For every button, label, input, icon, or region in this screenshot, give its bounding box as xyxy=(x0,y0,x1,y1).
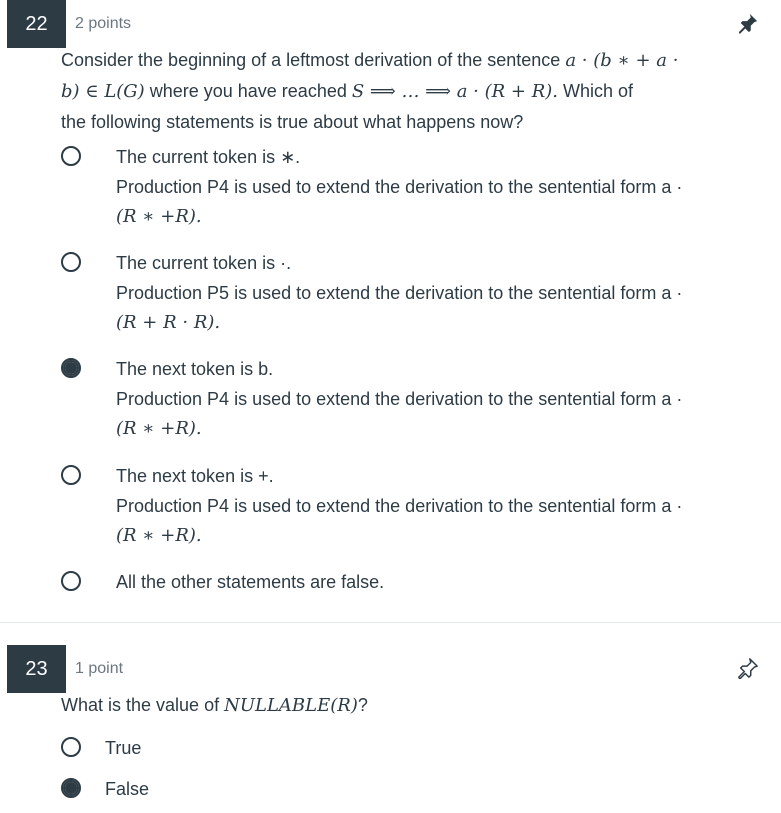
radio-button-selected[interactable] xyxy=(61,778,81,798)
prompt-text-b: where you have reached xyxy=(149,81,347,101)
radio-button[interactable] xyxy=(61,571,81,591)
option-text: The current token is ·. Production P5 is… xyxy=(116,248,766,338)
option-line: (R ∗ +R). xyxy=(116,525,202,546)
option-text: All the other statements are false. xyxy=(116,567,766,597)
question-22: 22 2 points Consider the beginning of a … xyxy=(0,0,781,592)
question-points: 2 points xyxy=(75,15,132,32)
question-header: 22 2 points xyxy=(0,0,781,48)
radio-button[interactable] xyxy=(61,737,81,757)
question-divider xyxy=(0,622,781,623)
pin-icon[interactable] xyxy=(737,12,759,34)
option-line: Production P4 is used to extend the deri… xyxy=(116,389,683,409)
option-line: The current token is ∗. xyxy=(116,147,301,167)
question-23: 23 1 point What is the value of NULLABLE… xyxy=(0,645,781,799)
pin-outline-icon[interactable] xyxy=(737,657,759,679)
radio-button-selected[interactable] xyxy=(61,358,81,378)
option-line: All the other statements are false. xyxy=(116,572,385,592)
option-line: (R + R · R). xyxy=(116,312,221,333)
option-line: Production P4 is used to extend the deri… xyxy=(116,177,683,197)
option-text: True xyxy=(105,738,142,758)
prompt-text-c: Which of xyxy=(563,81,634,101)
option-text: The current token is ∗. Production P4 is… xyxy=(116,142,766,232)
prompt-text-a: Consider the beginning of a leftmost der… xyxy=(61,50,561,70)
prompt-text-a: What is the value of xyxy=(61,695,220,715)
question-prompt: Consider the beginning of a leftmost der… xyxy=(61,45,761,137)
option-line: (R ∗ +R). xyxy=(116,206,202,227)
option-line: Production P5 is used to extend the deri… xyxy=(116,283,683,303)
radio-button[interactable] xyxy=(61,146,81,166)
option-line: (R ∗ +R). xyxy=(116,418,202,439)
question-points: 1 point xyxy=(75,660,124,677)
prompt-derivation: S ⟹ … ⟹ a · (R + R). xyxy=(351,81,558,102)
prompt-text-d: the following statements is true about w… xyxy=(61,112,524,132)
prompt-text-b: ? xyxy=(357,695,368,715)
question-number: 23 xyxy=(7,645,66,693)
question-number: 22 xyxy=(7,0,66,48)
prompt-sentence: a · (b ∗ + a · xyxy=(565,50,679,71)
option-text: The next token is +. Production P4 is us… xyxy=(116,461,766,551)
option-line: Production P4 is used to extend the deri… xyxy=(116,496,683,516)
question-header: 23 1 point xyxy=(0,645,781,693)
option-line: The next token is +. xyxy=(116,466,274,486)
radio-button[interactable] xyxy=(61,465,81,485)
option-text: The next token is b. Production P4 is us… xyxy=(116,354,766,444)
option-line: The current token is ·. xyxy=(116,253,292,273)
question-prompt: What is the value of NULLABLE(R)? xyxy=(61,690,761,721)
option-line: The next token is b. xyxy=(116,359,274,379)
prompt-math: NULLABLE(R) xyxy=(224,695,358,716)
radio-button[interactable] xyxy=(61,252,81,272)
option-text: False xyxy=(105,779,150,799)
prompt-sentence-cont: b) ∈ L(G) xyxy=(61,81,145,102)
